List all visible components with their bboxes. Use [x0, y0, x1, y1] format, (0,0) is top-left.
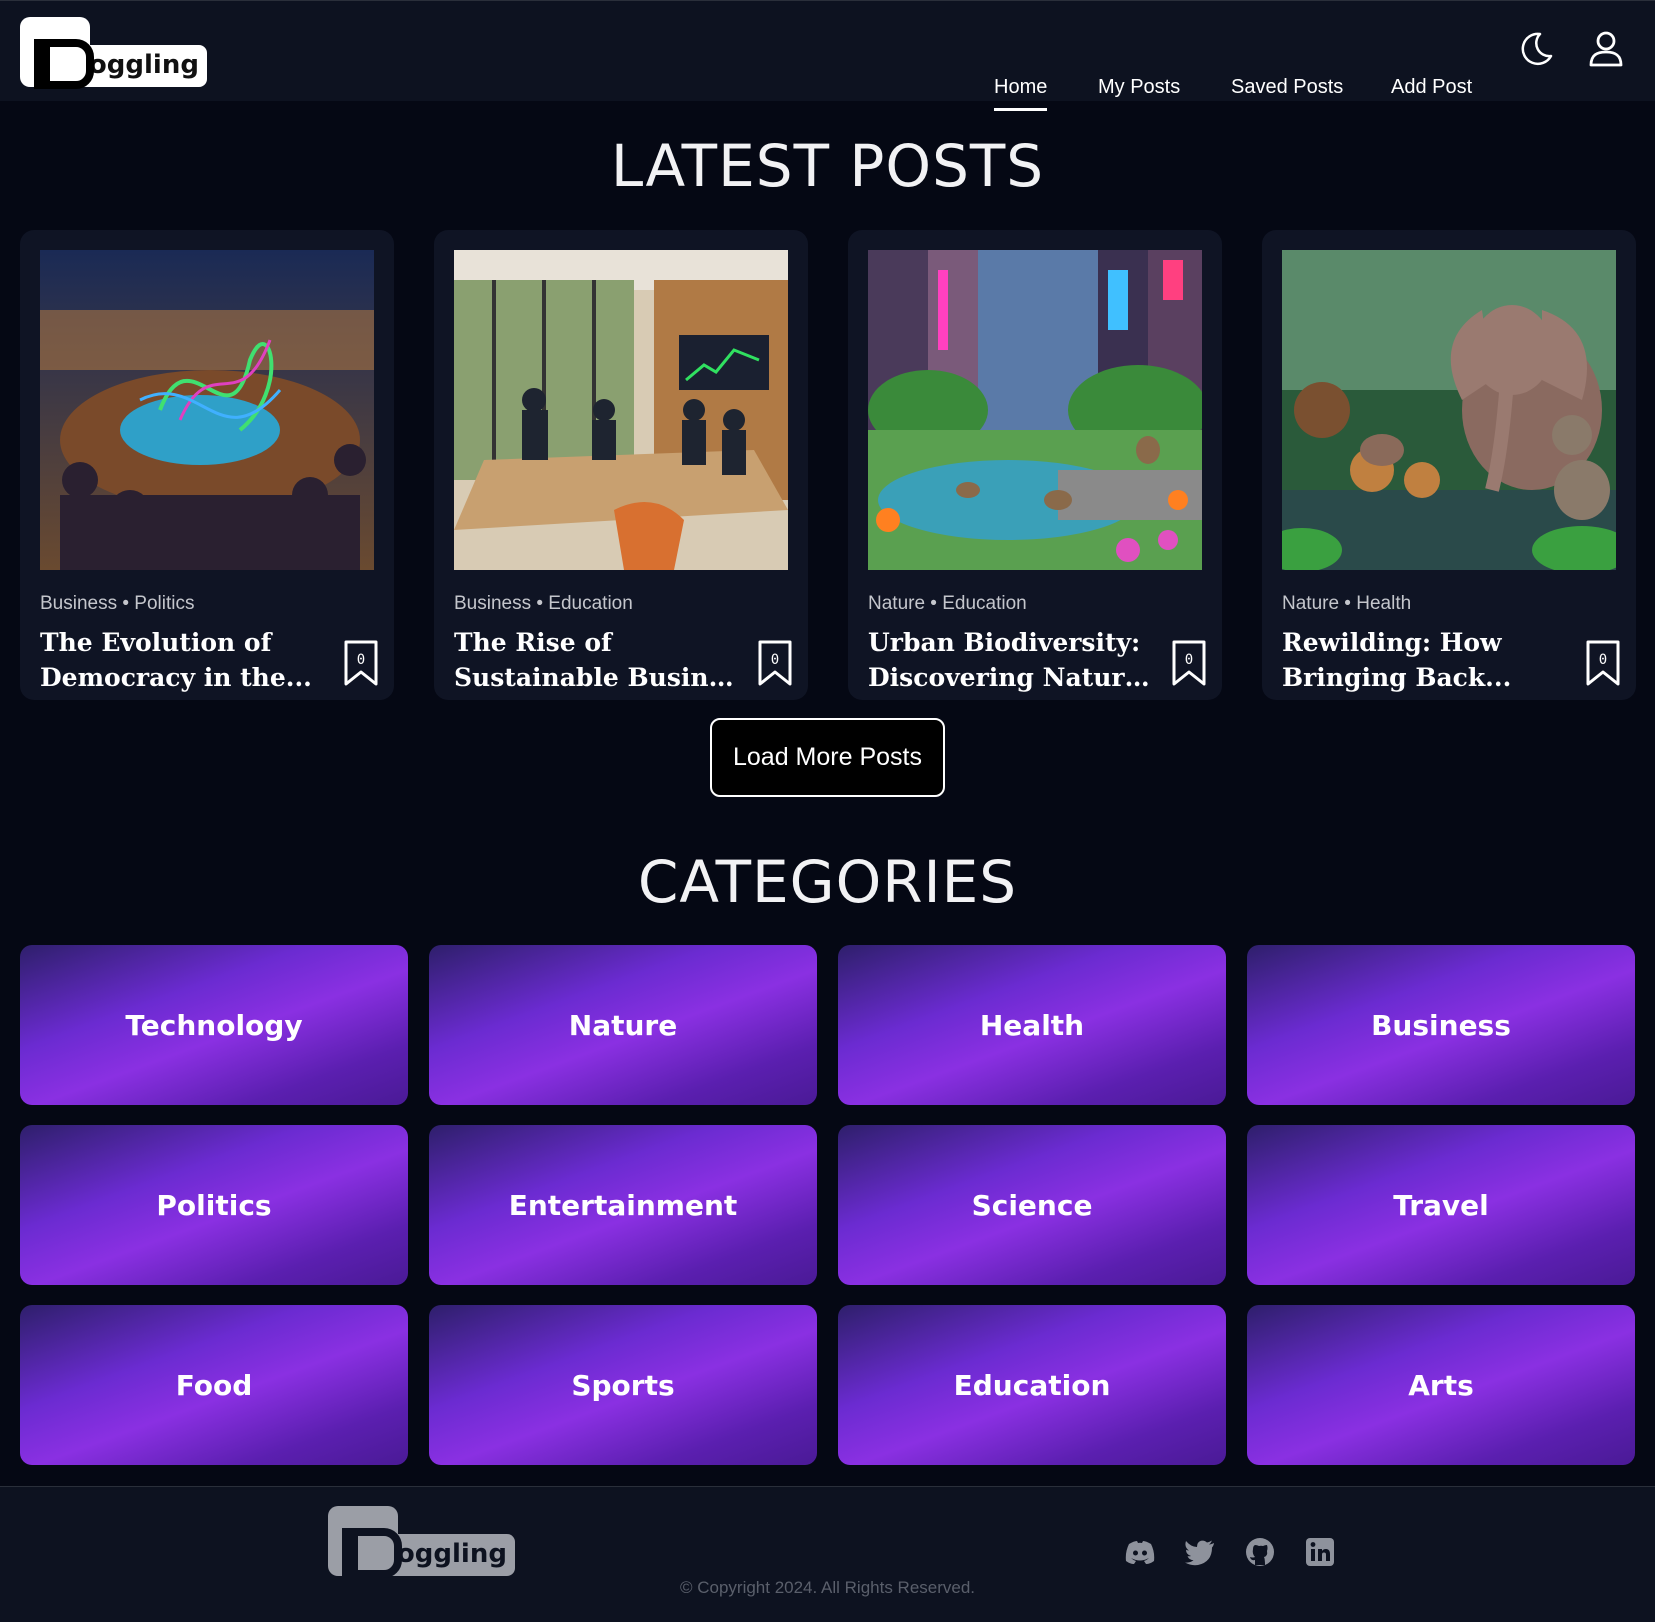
post-title-line: The Rise of [454, 628, 612, 657]
nav-saved-posts-link[interactable]: Saved Posts [1231, 76, 1343, 99]
category-science[interactable]: Science [838, 1125, 1226, 1285]
footer-logo[interactable]: loggling [328, 1506, 515, 1578]
categories-heading: CATEGORIES [637, 848, 1018, 916]
copyright-text: © Copyright 2024. All Rights Reserved. [679, 1578, 976, 1597]
category-food[interactable]: Food [20, 1305, 408, 1465]
github-icon[interactable] [1243, 1535, 1277, 1569]
post-tags: Business • Education [454, 593, 633, 614]
category-education[interactable]: Education [838, 1305, 1226, 1465]
moon-icon[interactable] [1516, 29, 1556, 69]
post-title[interactable]: Rewilding: How Bringing Back... [1282, 625, 1572, 695]
bookmark-icon[interactable]: 0 [756, 638, 794, 688]
category-politics[interactable]: Politics [20, 1125, 408, 1285]
category-sports[interactable]: Sports [429, 1305, 817, 1465]
bookmark-icon[interactable]: 0 [342, 638, 380, 688]
post-title-line: Rewilding: How [1282, 628, 1502, 657]
bookmark-count: 0 [771, 652, 779, 668]
post-card[interactable]: Nature • Education Urban Biodiversity: D… [848, 230, 1222, 700]
category-travel[interactable]: Travel [1247, 1125, 1635, 1285]
latest-posts-heading: LATEST POSTS [610, 132, 1045, 200]
bookmark-count: 0 [1599, 652, 1607, 668]
category-nature[interactable]: Nature [429, 945, 817, 1105]
bookmark-count: 0 [357, 652, 365, 668]
post-title-line: Urban Biodiversity: [868, 628, 1141, 657]
post-title-line: The Evolution of [40, 628, 272, 657]
logo-b-mark [20, 17, 94, 89]
bookmark-count: 0 [1185, 652, 1193, 668]
site-footer [0, 1486, 1655, 1622]
post-card[interactable]: Nature • Health Rewilding: How Bringing … [1262, 230, 1636, 700]
category-health[interactable]: Health [838, 945, 1226, 1105]
post-title-line: Democracy in the... [40, 663, 312, 692]
bookmark-icon[interactable]: 0 [1170, 638, 1208, 688]
logo-b-mark [328, 1506, 402, 1578]
post-title[interactable]: The Evolution of Democracy in the... [40, 625, 330, 695]
discord-icon[interactable] [1123, 1535, 1157, 1569]
nav-my-posts-link[interactable]: My Posts [1098, 76, 1180, 99]
site-logo[interactable]: loggling [20, 17, 207, 89]
post-tags: Business • Politics [40, 593, 195, 614]
bookmark-icon[interactable]: 0 [1584, 638, 1622, 688]
category-technology[interactable]: Technology [20, 945, 408, 1105]
linkedin-icon[interactable] [1303, 1535, 1337, 1569]
top-navbar: loggling Home My Posts Saved Posts Add P… [0, 0, 1655, 111]
post-thumbnail[interactable] [1282, 250, 1616, 570]
nav-home-link[interactable]: Home [994, 76, 1048, 111]
post-thumbnail[interactable] [868, 250, 1202, 570]
post-card[interactable]: Business • Education The Rise of Sustain… [434, 230, 808, 700]
user-icon[interactable] [1586, 29, 1626, 69]
load-more-button[interactable]: Load More Posts [710, 718, 945, 797]
post-title[interactable]: The Rise of Sustainable Busines... [454, 625, 744, 695]
post-thumbnail[interactable] [40, 250, 374, 570]
twitter-icon[interactable] [1183, 1535, 1217, 1569]
category-entertainment[interactable]: Entertainment [429, 1125, 817, 1285]
post-card[interactable]: Business • Politics The Evolution of Dem… [20, 230, 394, 700]
post-thumbnail[interactable] [454, 250, 788, 570]
post-title-line: Bringing Back... [1282, 663, 1512, 692]
category-business[interactable]: Business [1247, 945, 1635, 1105]
post-title-line: Discovering Nature i... [868, 663, 1158, 692]
post-title-line: Sustainable Busines... [454, 663, 744, 692]
nav-add-post-link[interactable]: Add Post [1391, 76, 1472, 99]
post-tags: Nature • Health [1282, 593, 1412, 614]
category-arts[interactable]: Arts [1247, 1305, 1635, 1465]
post-title[interactable]: Urban Biodiversity: Discovering Nature i… [868, 625, 1158, 695]
post-tags: Nature • Education [868, 593, 1027, 614]
